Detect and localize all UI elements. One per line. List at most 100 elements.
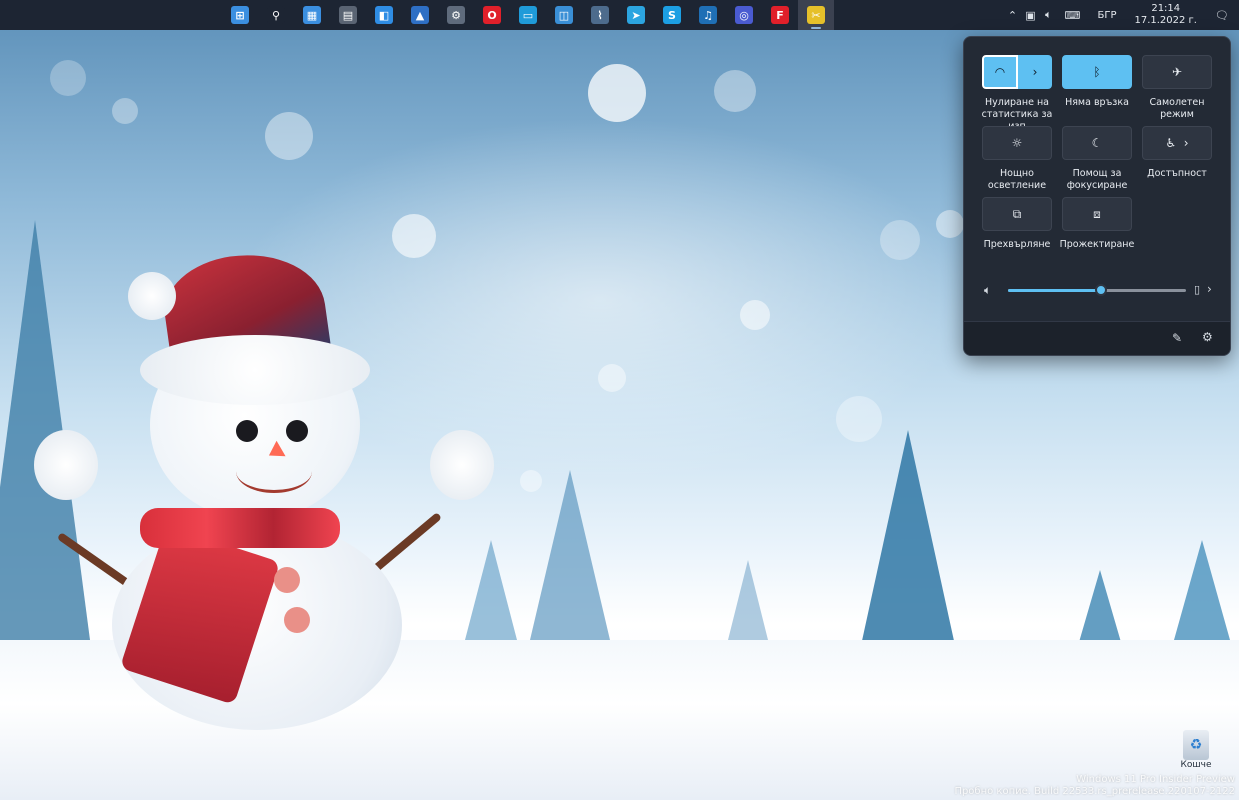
snowflake-bokeh — [714, 70, 756, 112]
pine-tree — [530, 470, 610, 640]
snowman-pompom — [128, 272, 176, 320]
system-tray: ⌃ ▣ 🔈︎ ⌨ БГР 21:14 17.1.2022 г. 🗨︎ — [1003, 0, 1239, 30]
snowman-button — [274, 567, 300, 593]
recycle-bin-label: Кошче — [1180, 760, 1212, 770]
watermark-build: Пробно копие. Build 22533.rs_prerelease.… — [954, 786, 1235, 797]
chevron-right-icon[interactable]: › — [1207, 282, 1212, 296]
monitor-icon: ▭ — [519, 6, 537, 24]
control-panel-app[interactable]: ◫ — [546, 0, 582, 30]
taskbar-apps: ⊞ ⚲ ▦ ▤ ◧ ▲ ⚙ O ▭ ◫ ⌇ ➤ S ♫ ◎ F ✂ — [222, 0, 834, 30]
settings-app[interactable]: ⚙ — [438, 0, 474, 30]
start-button[interactable]: ⊞ — [222, 0, 258, 30]
wifi-icon: ◠ — [994, 65, 1006, 79]
snowman-right-eye — [286, 420, 308, 442]
pencil-icon[interactable]: ✎ — [1172, 331, 1182, 345]
snowflake-bokeh — [112, 98, 138, 124]
foxit-app[interactable]: F — [762, 0, 798, 30]
volume-slider-thumb[interactable] — [1094, 284, 1107, 296]
snowflake-bokeh — [880, 220, 920, 260]
clock[interactable]: 21:14 17.1.2022 г. — [1126, 3, 1205, 27]
pine-tree — [0, 220, 90, 640]
pine-tree — [728, 560, 768, 640]
calculator-icon: ▤ — [339, 6, 357, 24]
foxit-icon: F — [771, 6, 789, 24]
telegram-app[interactable]: ➤ — [618, 0, 654, 30]
focus-assist-tile[interactable]: ☾ — [1062, 126, 1132, 160]
taskbar: ⊞ ⚲ ▦ ▤ ◧ ▲ ⚙ O ▭ ◫ ⌇ ➤ S ♫ ◎ F ✂ ⌃ ▣ 🔈︎ ⌨ БГР 21:14 17.… — [0, 0, 1239, 30]
focus-assist-label: Помощ за фокусиране — [1066, 168, 1128, 191]
airplane-label: Самолетен режим — [1149, 97, 1205, 120]
cast-tile[interactable]: ⧉ — [982, 197, 1052, 231]
opera-app[interactable]: O — [474, 0, 510, 30]
gear-icon[interactable]: ⚙ — [1202, 330, 1213, 344]
input-language[interactable]: БГР — [1087, 10, 1126, 21]
snowman-scarf — [140, 508, 340, 548]
wifi-expand[interactable]: › — [1018, 55, 1052, 89]
project-tile[interactable]: ⧈ — [1062, 197, 1132, 231]
store-app[interactable]: ◧ — [366, 0, 402, 30]
keyboard-icon[interactable]: ⌨ — [1057, 0, 1087, 30]
airplane-icon: ✈ — [1171, 65, 1183, 79]
chevron-up-icon[interactable]: ⌃ — [1003, 0, 1021, 30]
bluetooth-tile[interactable]: ᛒ — [1062, 55, 1132, 89]
wifi-tile: ◠ › — [982, 55, 1052, 89]
remote-desktop-app[interactable]: ▭ — [510, 0, 546, 30]
pine-tree — [860, 430, 956, 650]
snowman-hat-brim — [140, 335, 370, 405]
widgets-button[interactable]: ▦ — [294, 0, 330, 30]
snipping-icon: ✂ — [807, 6, 825, 24]
calculator-app[interactable]: ▤ — [330, 0, 366, 30]
network-icon[interactable]: ▣ — [1021, 0, 1039, 30]
snowman-left-eye — [236, 420, 258, 442]
media-player-app[interactable]: ◎ — [726, 0, 762, 30]
snowman-right-mitten — [430, 430, 494, 500]
telegram-icon: ➤ — [627, 6, 645, 24]
search-icon: ⚲ — [267, 6, 285, 24]
performance-app[interactable]: ⌇ — [582, 0, 618, 30]
pine-tree — [465, 540, 517, 640]
snowflake-bokeh — [265, 112, 313, 160]
snowflake-bokeh — [392, 214, 436, 258]
search-button[interactable]: ⚲ — [258, 0, 294, 30]
volume-icon[interactable]: 🔈︎ — [1039, 0, 1057, 30]
media-player-icon: ◎ — [735, 6, 753, 24]
snowman-right-arm — [367, 512, 443, 576]
recycle-bin-shortcut[interactable]: ♻ Кошче — [1174, 730, 1218, 770]
snowflake-bokeh — [588, 64, 646, 122]
snowman-mouth — [236, 450, 312, 493]
recycle-bin-icon: ♻ — [1183, 730, 1209, 760]
active-indicator — [811, 27, 821, 29]
quick-settings-footer: ✎ ⚙ — [964, 321, 1230, 355]
control-panel-icon: ◫ — [555, 6, 573, 24]
volume-slider[interactable] — [1008, 284, 1186, 296]
volume-slider-fill — [1008, 289, 1101, 292]
skype-app[interactable]: S — [654, 0, 690, 30]
brightness-icon: ☼ — [1011, 136, 1023, 150]
wifi-toggle[interactable]: ◠ — [982, 55, 1018, 89]
photos-app[interactable]: ▲ — [402, 0, 438, 30]
widgets-icon: ▦ — [303, 6, 321, 24]
cast-label: Прехвърляне — [983, 239, 1051, 250]
night-light-tile[interactable]: ☼ — [982, 126, 1052, 160]
audio-output-icon[interactable]: ▯ — [1194, 283, 1200, 296]
windows-logo-icon: ⊞ — [231, 6, 249, 24]
photos-icon: ▲ — [411, 6, 429, 24]
snowflake-bokeh — [740, 300, 770, 330]
clock-date: 17.1.2022 г. — [1134, 15, 1197, 26]
project-label: Прожектиране — [1059, 239, 1135, 250]
snowman-button — [284, 607, 310, 633]
audio-app[interactable]: ♫ — [690, 0, 726, 30]
cast-icon: ⧉ — [1012, 206, 1022, 221]
snipping-app[interactable]: ✂ — [798, 0, 834, 30]
clock-time: 21:14 — [1151, 3, 1181, 14]
notification-icon[interactable]: 🗨︎ — [1205, 0, 1239, 30]
snowflake-bokeh — [598, 364, 626, 392]
accessibility-tile[interactable]: ♿︎ › — [1142, 126, 1212, 160]
headphones-icon: ♫ — [699, 6, 717, 24]
airplane-tile[interactable]: ✈ — [1142, 55, 1212, 89]
speaker-icon[interactable]: 🔈︎ — [984, 283, 991, 298]
night-light-label: Нощно осветление — [987, 168, 1047, 191]
watermark-edition: Windows 11 Pro Insider Preview — [1076, 774, 1235, 785]
snowflake-bokeh — [936, 210, 964, 238]
quick-settings-panel: ◠ › ᛒ ✈ Нулиране на статистика за изп Ня… — [963, 36, 1231, 356]
